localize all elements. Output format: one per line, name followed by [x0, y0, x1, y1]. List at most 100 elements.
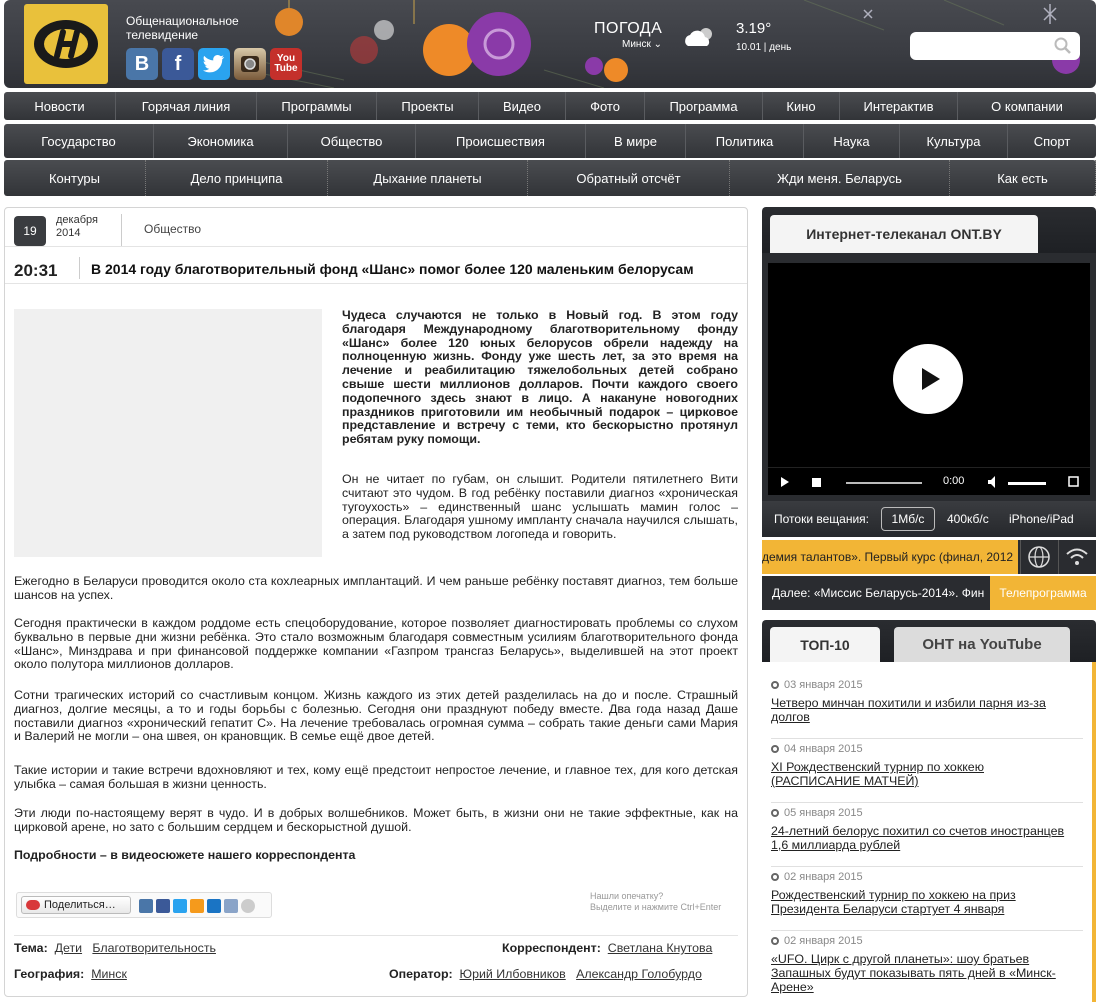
nav-item-projects[interactable]: Проекты	[377, 92, 479, 120]
globe-icon[interactable]	[1020, 540, 1057, 574]
vkontakte-icon[interactable]	[139, 899, 153, 913]
wifi-icon[interactable]	[1058, 540, 1095, 574]
weather-date: 10.01 | день	[736, 42, 792, 53]
nav-item-incidents[interactable]: Происшествия	[416, 124, 586, 158]
nav-item-cinema[interactable]: Кино	[763, 92, 840, 120]
nav-item-culture[interactable]: Культура	[900, 124, 1008, 158]
article-lead: Чудеса случаются не только в Новый год. …	[342, 308, 738, 447]
theme-meta: Тема: Дети Благотворительность	[14, 941, 216, 955]
news-link[interactable]: Четверо минчан похитили и избили парня и…	[771, 696, 1071, 724]
nav-item-science[interactable]: Наука	[804, 124, 900, 158]
fullscreen-icon[interactable]	[1068, 476, 1079, 487]
search-icon[interactable]	[1054, 37, 1072, 55]
divider	[14, 935, 738, 936]
nav-item-obratny-otschet[interactable]: Обратный отсчёт	[528, 160, 730, 196]
facebook-icon[interactable]: f	[162, 48, 194, 80]
tab-top-10[interactable]: ТОП-10	[770, 627, 880, 662]
divider	[771, 930, 1083, 931]
nav-item-programs[interactable]: Программы	[257, 92, 377, 120]
weather-widget[interactable]: ПОГОДА Минск ⌄	[594, 20, 662, 50]
operator-link[interactable]: Александр Голобурдо	[576, 967, 702, 981]
divider	[79, 257, 80, 279]
twitter-icon[interactable]	[173, 899, 187, 913]
stream-1mbps-button[interactable]: 1Мб/с	[881, 507, 935, 531]
nav-item-politics[interactable]: Политика	[686, 124, 804, 158]
nav-item-about[interactable]: О компании	[958, 92, 1096, 120]
correspondent-link[interactable]: Светлана Кнутова	[608, 941, 713, 955]
next-program-text: Далее: «Миссис Беларусь-2014». Фин	[772, 586, 985, 600]
list-item: 03 января 2015 Четверо минчан похитили и…	[771, 679, 1071, 724]
nav-item-society[interactable]: Общество	[288, 124, 416, 158]
article-image	[14, 309, 322, 557]
article-day: 19	[14, 216, 46, 246]
article-paragraph: Сотни трагических историй со счастливым …	[14, 688, 738, 744]
ont-logo[interactable]	[24, 4, 108, 84]
news-tabs: ТОП-10 ОНТ на YouTube	[762, 620, 1096, 662]
article-paragraph: Ежегодно в Беларуси проводится около ста…	[14, 574, 738, 602]
nav-item-economy[interactable]: Экономика	[154, 124, 288, 158]
livejournal-icon[interactable]	[224, 899, 238, 913]
volume-icon[interactable]	[988, 476, 1000, 488]
progress-bar[interactable]	[846, 482, 922, 484]
nav-item-photo[interactable]: Фото	[566, 92, 645, 120]
operator-link[interactable]: Юрий Илбовников	[460, 967, 566, 981]
weather-city[interactable]: Минск ⌄	[622, 39, 662, 50]
news-link[interactable]: «UFO. Цирк с другой планеты»: шоу братье…	[771, 952, 1071, 994]
nav-item-hotline[interactable]: Горячая линия	[116, 92, 257, 120]
vkontakte-icon[interactable]: В	[126, 48, 158, 80]
operator-meta: Оператор: Юрий Илбовников Александр Голо…	[389, 967, 702, 981]
article-header-row: 20:31 В 2014 году благотворительный фонд…	[5, 246, 747, 284]
instagram-icon[interactable]	[234, 48, 266, 80]
more-share-icon[interactable]	[241, 899, 255, 913]
stop-icon[interactable]	[812, 478, 821, 487]
theme-link-children[interactable]: Дети	[55, 941, 82, 955]
now-playing-text: демия талантов». Первый курс (финал, 201…	[762, 540, 1018, 574]
twitter-icon[interactable]	[198, 48, 230, 80]
article: 19 декабря 2014 Общество 20:31 В 2014 год…	[4, 207, 748, 997]
news-link[interactable]: XI Рождественский турнир по хоккею (РАСП…	[771, 760, 1071, 788]
article-rubric[interactable]: Общество	[144, 222, 201, 236]
nav-item-dyhanie-planety[interactable]: Дыхание планеты	[328, 160, 528, 196]
nav-item-delo-principa[interactable]: Дело принципа	[146, 160, 328, 196]
nav-item-interactive[interactable]: Интерактив	[840, 92, 958, 120]
play-small-icon[interactable]	[780, 477, 790, 487]
mailru-icon[interactable]	[207, 899, 221, 913]
article-paragraph: Эти люди по-настоящему верят в чудо. И в…	[14, 806, 738, 834]
geography-link[interactable]: Минск	[91, 967, 127, 981]
clock-icon	[771, 745, 779, 753]
stream-400kbps-button[interactable]: 400кб/с	[947, 512, 989, 526]
list-item: 02 января 2015 «UFO. Цирк с другой плане…	[771, 935, 1071, 994]
nav-item-kontury[interactable]: Контуры	[4, 160, 146, 196]
nav-item-sport[interactable]: Спорт	[1008, 124, 1096, 158]
stream-iphone-button[interactable]: iPhone/iPad	[1009, 512, 1074, 526]
geography-label: География:	[14, 967, 85, 981]
nav-item-state[interactable]: Государство	[4, 124, 154, 158]
nav-item-schedule[interactable]: Программа	[645, 92, 763, 120]
share-button[interactable]: Поделиться…	[21, 896, 131, 914]
facebook-icon[interactable]	[156, 899, 170, 913]
video-screen[interactable]: 0:00	[768, 263, 1090, 495]
nav-item-video[interactable]: Видео	[479, 92, 566, 120]
divider	[771, 866, 1083, 867]
nav-item-news[interactable]: Новости	[4, 92, 116, 120]
player-time: 0:00	[943, 475, 965, 487]
article-paragraph: Такие истории и такие встречи вдохновляю…	[14, 763, 738, 791]
tab-internet-tv[interactable]: Интернет-телеканал ONT.BY	[770, 215, 1038, 253]
brand-line-1: Общенациональное	[126, 14, 239, 28]
news-link[interactable]: 24-летний белорус похитил со счетов инос…	[771, 824, 1071, 852]
news-link[interactable]: Рождественский турнир по хоккею на приз …	[771, 888, 1071, 916]
volume-slider[interactable]	[1008, 482, 1046, 485]
youtube-icon[interactable]: You Tube	[270, 48, 302, 80]
nav-item-zhdi-menya[interactable]: Жди меня. Беларусь	[730, 160, 950, 196]
odnoklassniki-icon[interactable]	[190, 899, 204, 913]
nav-item-world[interactable]: В мире	[586, 124, 686, 158]
theme-link-charity[interactable]: Благотворительность	[92, 941, 216, 955]
weather-temperature: 3.19°	[736, 20, 772, 37]
site-header: Общенациональное телевидение В f You Tube…	[4, 0, 1096, 88]
geography-meta: География: Минск	[14, 967, 127, 981]
list-item: 04 января 2015 XI Рождественский турнир …	[771, 743, 1071, 788]
nav-item-kak-est[interactable]: Как есть	[950, 160, 1096, 196]
tab-ont-youtube[interactable]: ОНТ на YouTube	[894, 627, 1070, 662]
play-button[interactable]	[893, 344, 963, 414]
tv-schedule-button[interactable]: Телепрограмма	[990, 576, 1096, 610]
